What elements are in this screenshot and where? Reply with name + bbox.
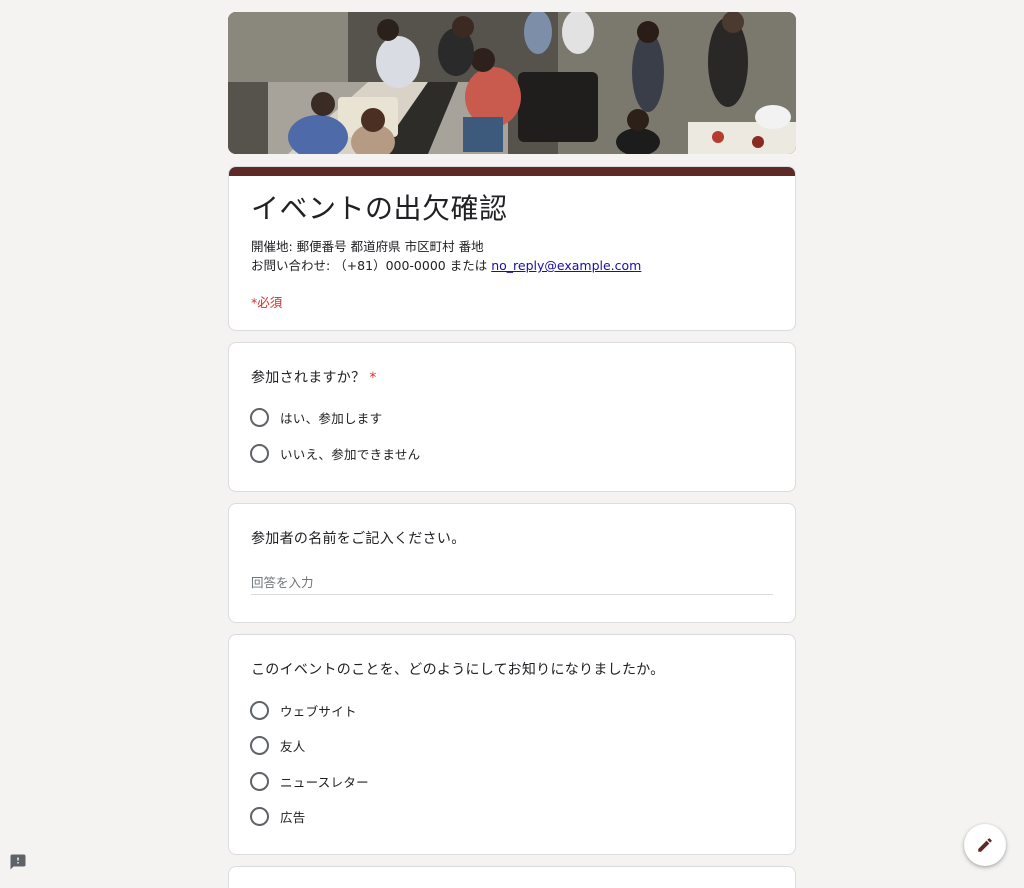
question-text: このイベントのことを、どのようにしてお知りになりましたか。 [251, 662, 665, 678]
required-asterisk: * [369, 370, 377, 386]
radio-option-website[interactable]: ウェブサイト [250, 699, 357, 721]
radio-option-label: 広告 [280, 809, 306, 825]
radio-option-label: はい、参加します [280, 410, 383, 426]
report-feedback-button[interactable] [9, 853, 27, 871]
question-text: 参加されますか？ [251, 370, 366, 386]
question-text: 参加者の名前をご記入ください。 [251, 531, 466, 547]
pencil-icon [978, 838, 992, 852]
question-card-next [228, 866, 796, 888]
radio-option-newsletter[interactable]: ニュースレター [250, 770, 369, 792]
form-title-card: イベントの出欠確認 開催地: 郵便番号 都道府県 市区町村 番地 お問い合わせ:… [228, 166, 796, 331]
radio-button[interactable] [250, 771, 269, 791]
radio-button[interactable] [250, 806, 269, 826]
answer-input[interactable] [251, 571, 773, 595]
radio-option-ad[interactable]: 広告 [250, 805, 306, 827]
edit-form-button[interactable] [964, 824, 1006, 866]
question-card-source: このイベントのことを、どのようにしてお知りになりましたか。 ウェブサイト 友人 … [228, 634, 796, 855]
contact-email-link[interactable]: no_reply@example.com [491, 258, 641, 273]
radio-option-label: ウェブサイト [280, 703, 357, 719]
radio-button[interactable] [250, 700, 269, 720]
radio-button[interactable] [250, 735, 269, 755]
contact-prefix: お問い合わせ: （+81）000-0000 または [251, 258, 492, 273]
radio-option-no[interactable]: いいえ、参加できません [250, 442, 420, 464]
form-title: イベントの出欠確認 [251, 192, 508, 225]
radio-option-friend[interactable]: 友人 [250, 734, 306, 756]
header-banner-image [228, 12, 796, 154]
question-card-name: 参加者の名前をご記入ください。 [228, 503, 796, 623]
form-description-contact: お問い合わせ: （+81）000-0000 または no_reply@examp… [251, 255, 641, 274]
radio-option-label: ニュースレター [280, 774, 369, 790]
required-note: *必須 [251, 295, 283, 310]
form-page: イベントの出欠確認 開催地: 郵便番号 都道府県 市区町村 番地 お問い合わせ:… [0, 0, 1024, 888]
radio-option-label: 友人 [280, 738, 306, 754]
question-label: 参加されますか？ * [251, 367, 377, 387]
radio-button[interactable] [250, 443, 269, 463]
question-card-attend: 参加されますか？ * はい、参加します いいえ、参加できません [228, 342, 796, 492]
radio-option-yes[interactable]: はい、参加します [250, 406, 382, 428]
feedback-icon [10, 854, 26, 870]
form-accent-bar [229, 167, 795, 176]
form-description-location: 開催地: 郵便番号 都道府県 市区町村 番地 [251, 239, 484, 254]
radio-button[interactable] [250, 407, 269, 427]
radio-option-label: いいえ、参加できません [280, 446, 421, 462]
